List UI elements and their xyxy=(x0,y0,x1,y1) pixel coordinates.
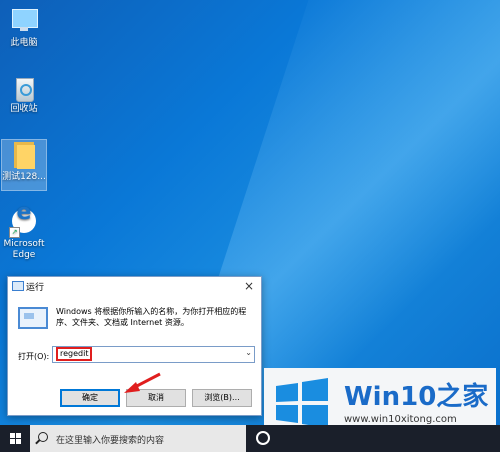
windows-start-icon xyxy=(10,433,21,444)
taskbar-search-box[interactable]: 在这里输入你要搜索的内容 xyxy=(30,425,246,452)
search-icon xyxy=(38,432,48,442)
taskbar: 在这里输入你要搜索的内容 xyxy=(0,425,500,452)
watermark-title: Win10之家 xyxy=(344,382,489,412)
cortana-icon[interactable] xyxy=(256,431,270,445)
windows-logo-icon xyxy=(276,378,328,428)
search-placeholder: 在这里输入你要搜索的内容 xyxy=(56,436,165,446)
start-button[interactable] xyxy=(0,425,30,452)
watermark-url: www.win10xitong.com xyxy=(344,414,457,425)
